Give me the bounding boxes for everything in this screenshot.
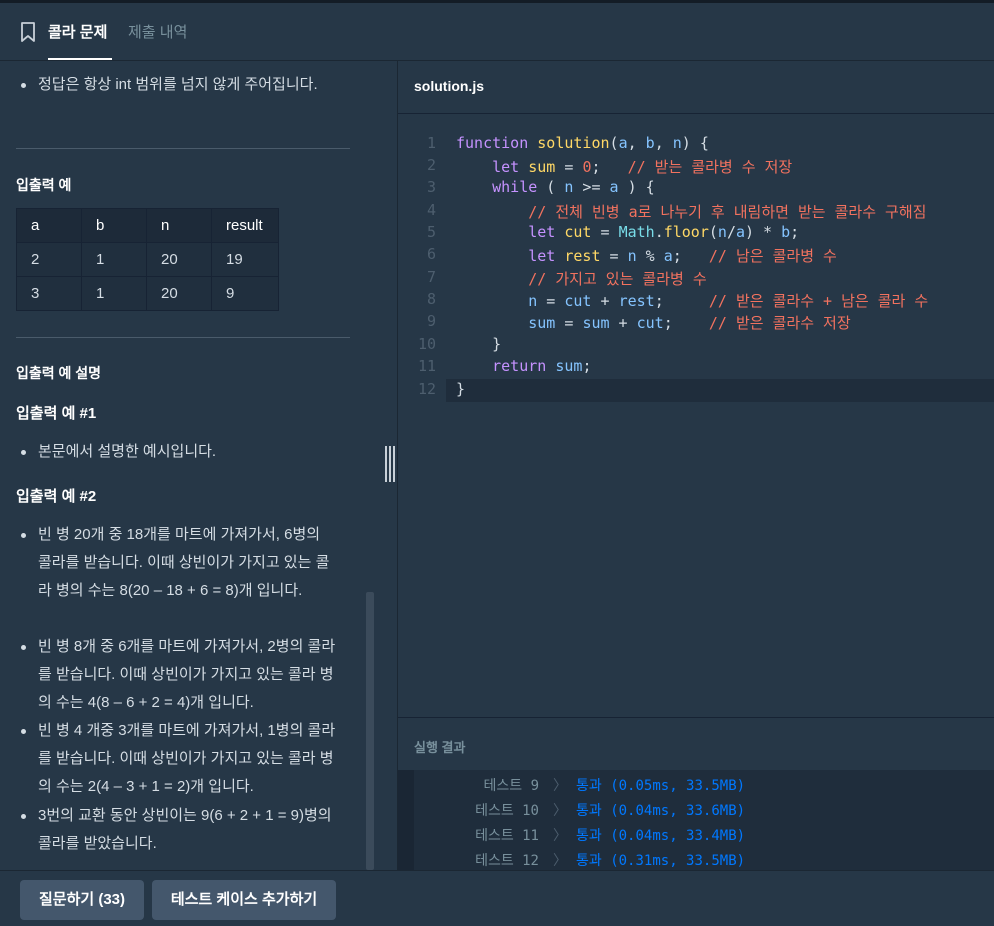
result-title: 실행 결과	[414, 740, 466, 755]
file-name: solution.js	[414, 78, 484, 94]
chevron-right-icon: 〉	[553, 803, 567, 819]
line-number: 2	[426, 156, 436, 174]
line-number: 7	[426, 268, 436, 286]
table-cell: 1	[81, 242, 147, 277]
code-line: let cut = Math.floor(n/a) * b;	[528, 223, 800, 241]
divider	[16, 148, 350, 149]
ask-question-button[interactable]: 질문하기 (33)	[20, 880, 144, 920]
line-number: 8	[426, 290, 436, 308]
code-line: while ( n >= a ) {	[492, 178, 655, 196]
table-row: 2 1 20 19	[16, 242, 279, 277]
table-cell: 20	[146, 242, 212, 277]
test-name: 테스트 10	[475, 803, 539, 819]
current-line-highlight	[446, 379, 994, 402]
line-number: 12	[417, 380, 436, 398]
code-line: // 가지고 있는 콜라병 수	[528, 270, 707, 288]
table-cell: 3	[16, 276, 82, 311]
line-number: 9	[426, 312, 436, 330]
table-cell: 9	[211, 276, 279, 311]
code-line: }	[456, 380, 466, 398]
tab-submissions[interactable]: 제출 내역	[128, 21, 187, 42]
table-header-cell: n	[146, 208, 212, 243]
line-number: 1	[426, 134, 436, 152]
test-status: 통과 (0.31ms, 33.5MB)	[576, 853, 746, 869]
table-header-cell: result	[211, 208, 279, 243]
bookmark-icon[interactable]	[20, 22, 36, 42]
chevron-right-icon: 〉	[553, 853, 567, 869]
footer: 질문하기 (33) 테스트 케이스 추가하기	[0, 870, 994, 926]
io-example-title: 입출력 예	[16, 177, 72, 193]
chevron-right-icon: 〉	[553, 778, 567, 794]
list-item: 3번의 교환 동안 상빈이는 9(6 + 2 + 1 = 9)병의 콜라를 받았…	[21, 802, 338, 858]
test-result-row: 테스트 9 〉 통과 (0.05ms, 33.5MB)	[398, 775, 994, 800]
code-line: function solution(a, b, n) {	[456, 134, 709, 152]
test-result-row: 테스트 11 〉 통과 (0.04ms, 33.4MB)	[398, 825, 994, 850]
description-scrollbar[interactable]	[366, 592, 374, 870]
code-editor[interactable]: 1 2 3 4 5 6 7 8 9 10 11 12 function solu…	[398, 114, 994, 717]
result-header: 실행 결과	[398, 717, 994, 771]
line-number: 10	[417, 335, 436, 353]
list-item: 빈 병 8개 중 6개를 마트에 가져가서, 2병의 콜라를 받습니다. 이때 …	[21, 633, 338, 717]
line-number: 11	[417, 357, 436, 375]
code-line: return sum;	[492, 357, 592, 375]
result-panel[interactable]: 테스트 9 〉 통과 (0.05ms, 33.5MB) 테스트 10 〉 통과 …	[398, 770, 994, 870]
table-header-cell: a	[16, 208, 82, 243]
code-line: }	[456, 335, 502, 353]
table-header-row: a b n result	[16, 208, 279, 243]
test-status: 통과 (0.04ms, 33.4MB)	[576, 828, 746, 844]
list-item: 빈 병 4 개중 3개를 마트에 가져가서, 1병의 콜라를 받습니다. 이때 …	[21, 717, 338, 801]
table-cell: 1	[81, 276, 147, 311]
editor-header: solution.js	[398, 61, 994, 114]
line-number: 3	[426, 178, 436, 196]
resize-handle[interactable]	[383, 446, 395, 482]
test-name: 테스트 11	[475, 828, 539, 844]
list-item: 정답은 항상 int 범위를 넘지 않게 주어집니다.	[21, 71, 338, 99]
test-status: 통과 (0.05ms, 33.5MB)	[576, 778, 746, 794]
line-number: 5	[426, 223, 436, 241]
table-cell: 19	[211, 242, 279, 277]
tab-active-indicator	[48, 58, 112, 60]
header: 콜라 문제 제출 내역	[0, 3, 994, 61]
divider	[16, 337, 350, 338]
test-result-row: 테스트 12 〉 통과 (0.31ms, 33.5MB)	[398, 850, 994, 870]
table-cell: 20	[146, 276, 212, 311]
list-item: 빈 병 20개 중 18개를 마트에 가져가서, 6병의 콜라를 받습니다. 이…	[21, 521, 338, 605]
table-row: 3 1 20 9	[16, 276, 279, 311]
example-2-title: 입출력 예 #2	[16, 488, 97, 505]
code-line: // 전체 빈병 a로 나누기 후 내림하면 받는 콜라수 구해짐	[528, 203, 927, 221]
line-number: 4	[426, 201, 436, 219]
test-status: 통과 (0.04ms, 33.6MB)	[576, 803, 746, 819]
io-example-table: a b n result 2 1 20 19 3 1 20 9	[16, 208, 279, 311]
line-number: 6	[426, 245, 436, 263]
test-name: 테스트 12	[475, 853, 539, 869]
example-1-title: 입출력 예 #1	[16, 405, 97, 422]
table-header-cell: b	[81, 208, 147, 243]
code-line: n = cut + rest; // 받은 콜라수 + 남은 콜라 수	[528, 292, 929, 310]
test-name: 테스트 9	[483, 778, 540, 794]
add-testcase-button[interactable]: 테스트 케이스 추가하기	[152, 880, 336, 920]
chevron-right-icon: 〉	[553, 828, 567, 844]
code-line: let sum = 0; // 받는 콜라병 수 저장	[492, 158, 793, 176]
code-line: sum = sum + cut; // 받은 콜라수 저장	[528, 314, 851, 332]
problem-description: 정답은 항상 int 범위를 넘지 않게 주어집니다. 입출력 예 a b n …	[0, 61, 378, 870]
list-item: 본문에서 설명한 예시입니다.	[21, 438, 338, 466]
code-line: let rest = n % a; // 남은 콜라병 수	[528, 247, 837, 265]
tab-problem[interactable]: 콜라 문제	[48, 21, 107, 42]
table-cell: 2	[16, 242, 82, 277]
io-explain-title: 입출력 예 설명	[16, 365, 102, 381]
test-result-row: 테스트 10 〉 통과 (0.04ms, 33.6MB)	[398, 800, 994, 825]
